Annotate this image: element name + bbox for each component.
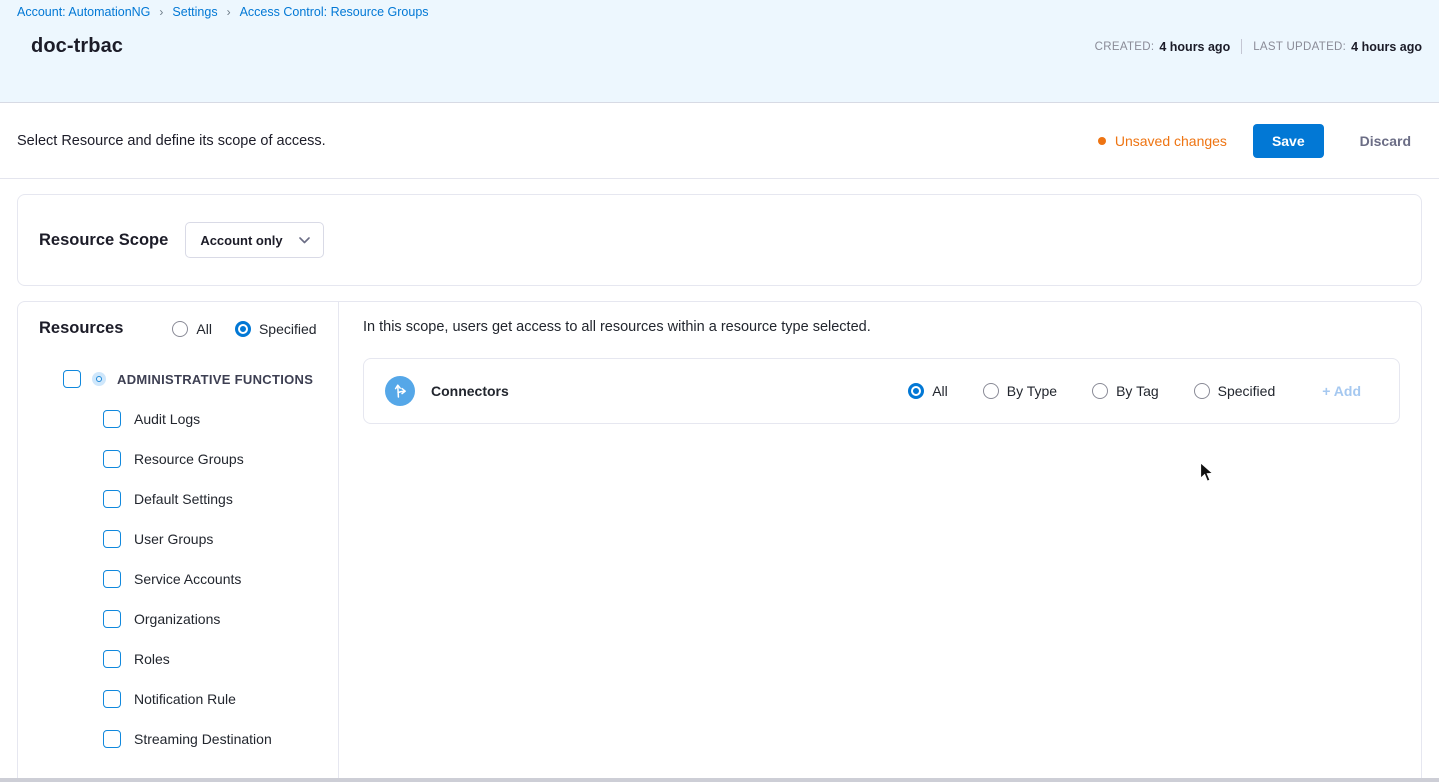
- resource-item-notification-rule[interactable]: Notification Rule: [103, 679, 338, 719]
- administrative-functions-checkbox[interactable]: [63, 370, 81, 388]
- resources-card: Resources All Specified ADMINISTRATIVE F…: [17, 301, 1422, 782]
- radio-selected-icon: [908, 383, 924, 399]
- resource-item-label: Service Accounts: [134, 571, 241, 587]
- connectors-icon: [385, 376, 415, 406]
- save-button[interactable]: Save: [1253, 124, 1324, 158]
- checkbox-icon[interactable]: [103, 730, 121, 748]
- scope-content: In this scope, users get access to all r…: [339, 302, 1421, 782]
- resource-item-label: Audit Logs: [134, 411, 200, 427]
- resource-scope-selected-value: Account only: [200, 233, 282, 248]
- radio-label: All: [196, 321, 212, 337]
- radio-icon: [1092, 383, 1108, 399]
- checkbox-icon[interactable]: [103, 490, 121, 508]
- checkbox-icon[interactable]: [103, 690, 121, 708]
- checkbox-icon[interactable]: [103, 450, 121, 468]
- resources-sidebar: Resources All Specified ADMINISTRATIVE F…: [18, 302, 339, 782]
- resource-group-detail-page: Account: AutomationNG › Settings › Acces…: [0, 0, 1439, 782]
- checkbox-icon[interactable]: [103, 650, 121, 668]
- resource-item-label: Resource Groups: [134, 451, 244, 467]
- scope-description: In this scope, users get access to all r…: [363, 319, 1400, 335]
- resource-item-label: Notification Rule: [134, 691, 236, 707]
- radio-label: Specified: [259, 321, 317, 337]
- radio-label: All: [932, 383, 948, 399]
- connectors-label: Connectors: [431, 383, 509, 399]
- checkbox-icon[interactable]: [103, 410, 121, 428]
- connectors-row: Connectors All By Type By Tag: [363, 358, 1400, 424]
- horizontal-scrollbar[interactable]: [0, 778, 1439, 782]
- resource-item-organizations[interactable]: Organizations: [103, 599, 338, 639]
- administrative-functions-group[interactable]: ADMINISTRATIVE FUNCTIONS: [63, 359, 338, 399]
- discard-button[interactable]: Discard: [1360, 133, 1411, 149]
- unsaved-changes-indicator: Unsaved changes: [1098, 133, 1227, 149]
- resource-item-user-groups[interactable]: User Groups: [103, 519, 338, 559]
- resource-item-streaming-destination[interactable]: Streaming Destination: [103, 719, 338, 759]
- connectors-by-type-radio[interactable]: By Type: [983, 383, 1057, 399]
- connectors-scope-options: All By Type By Tag Specified + Add: [908, 383, 1361, 399]
- group-label: ADMINISTRATIVE FUNCTIONS: [117, 372, 313, 387]
- category-indicator-icon: [92, 372, 106, 386]
- checkbox-icon[interactable]: [103, 610, 121, 628]
- connectors-all-radio[interactable]: All: [908, 383, 948, 399]
- checkbox-icon[interactable]: [103, 530, 121, 548]
- checkbox-icon[interactable]: [103, 570, 121, 588]
- toolbar: Select Resource and define its scope of …: [0, 103, 1439, 179]
- radio-label: By Type: [1007, 383, 1057, 399]
- unsaved-dot-icon: [1098, 137, 1106, 145]
- resource-item-resource-groups[interactable]: Resource Groups: [103, 439, 338, 479]
- breadcrumb-separator-icon: ›: [159, 5, 163, 19]
- resources-all-radio[interactable]: All: [172, 321, 212, 337]
- resource-tree: ADMINISTRATIVE FUNCTIONS Audit Logs Reso…: [39, 359, 338, 759]
- resource-item-service-accounts[interactable]: Service Accounts: [103, 559, 338, 599]
- chevron-down-icon: [299, 237, 310, 244]
- resource-scope-dropdown[interactable]: Account only: [185, 222, 323, 258]
- connectors-by-tag-radio[interactable]: By Tag: [1092, 383, 1159, 399]
- radio-icon: [983, 383, 999, 399]
- breadcrumb-settings-link[interactable]: Settings: [172, 5, 217, 19]
- resources-title: Resources: [39, 319, 123, 338]
- breadcrumb-account-link[interactable]: Account: AutomationNG: [17, 5, 150, 19]
- last-updated-value: 4 hours ago: [1351, 40, 1422, 54]
- resource-item-label: Organizations: [134, 611, 220, 627]
- breadcrumb-separator-icon: ›: [227, 5, 231, 19]
- timestamps: CREATED: 4 hours ago LAST UPDATED: 4 hou…: [1095, 39, 1422, 54]
- resources-specified-radio[interactable]: Specified: [235, 321, 317, 337]
- resource-item-roles[interactable]: Roles: [103, 639, 338, 679]
- last-updated-label: LAST UPDATED:: [1253, 41, 1346, 53]
- unsaved-changes-label: Unsaved changes: [1115, 133, 1227, 149]
- resource-item-default-settings[interactable]: Default Settings: [103, 479, 338, 519]
- radio-label: Specified: [1218, 383, 1276, 399]
- created-label: CREATED:: [1095, 41, 1155, 53]
- add-connectors-link[interactable]: + Add: [1322, 383, 1361, 399]
- resource-item-label: Roles: [134, 651, 170, 667]
- radio-label: By Tag: [1116, 383, 1159, 399]
- created-value: 4 hours ago: [1159, 40, 1230, 54]
- page-title: doc-trbac: [31, 35, 123, 58]
- toolbar-actions: Unsaved changes Save Discard: [1098, 124, 1411, 158]
- resource-scope-card: Resource Scope Account only: [17, 194, 1422, 286]
- resource-item-label: User Groups: [134, 531, 213, 547]
- resource-item-audit-logs[interactable]: Audit Logs: [103, 399, 338, 439]
- resource-item-label: Streaming Destination: [134, 731, 272, 747]
- radio-icon: [172, 321, 188, 337]
- radio-icon: [1194, 383, 1210, 399]
- breadcrumb: Account: AutomationNG › Settings › Acces…: [17, 5, 1422, 19]
- page-header: Account: AutomationNG › Settings › Acces…: [0, 0, 1439, 103]
- resource-item-label: Default Settings: [134, 491, 233, 507]
- meta-divider: [1241, 39, 1242, 54]
- radio-selected-icon: [235, 321, 251, 337]
- resources-header: Resources All Specified: [39, 319, 338, 338]
- connectors-specified-radio[interactable]: Specified: [1194, 383, 1276, 399]
- breadcrumb-access-control-link[interactable]: Access Control: Resource Groups: [240, 5, 429, 19]
- toolbar-description: Select Resource and define its scope of …: [17, 133, 326, 149]
- resource-scope-title: Resource Scope: [39, 231, 168, 250]
